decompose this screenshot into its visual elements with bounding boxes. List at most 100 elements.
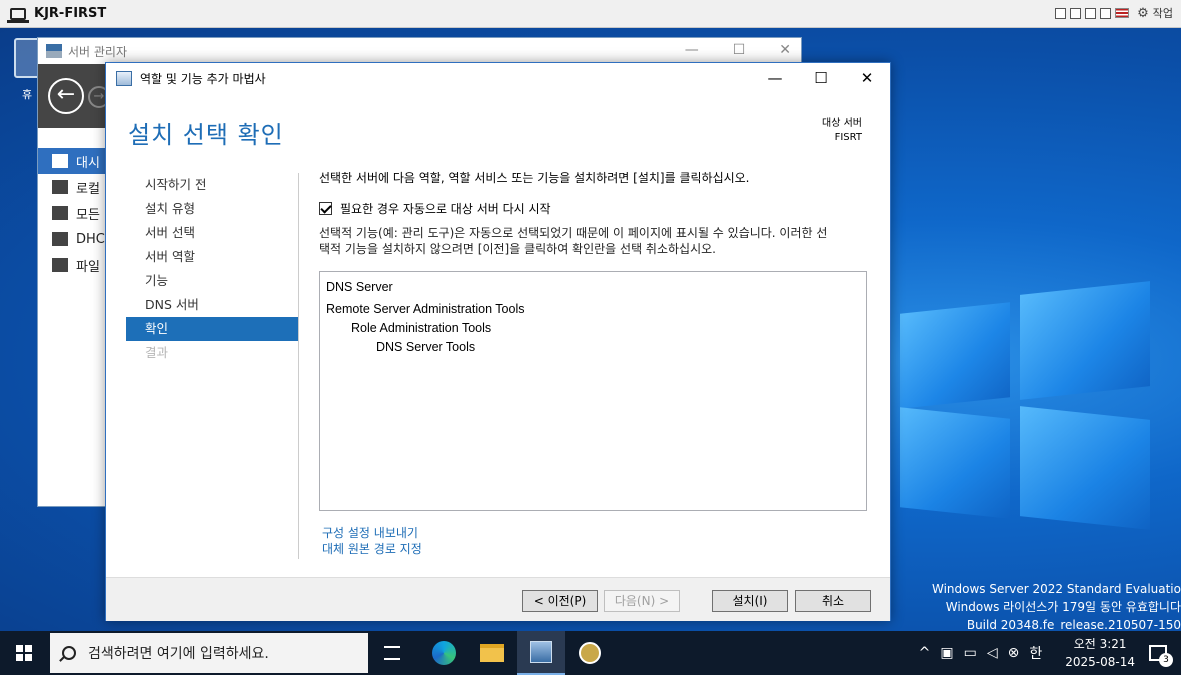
step-dns-server[interactable]: DNS 서버 bbox=[126, 293, 298, 317]
server-manager-title: 서버 관리자 bbox=[68, 44, 128, 59]
windows-start-icon bbox=[16, 645, 32, 661]
wizard-title: 역할 및 기능 추가 마법사 bbox=[140, 71, 266, 86]
step-features[interactable]: 기능 bbox=[126, 269, 298, 293]
restart-checkbox[interactable] bbox=[319, 202, 332, 215]
server-manager-taskbar-button[interactable] bbox=[517, 631, 565, 675]
list-item: Role Administration Tools bbox=[351, 321, 492, 335]
sidebar-item-file[interactable]: 파일 bbox=[38, 252, 108, 278]
vm-view-icon[interactable] bbox=[1100, 7, 1112, 19]
security-alert-icon[interactable]: ▣ bbox=[940, 645, 953, 661]
watermark-edition: Windows Server 2022 Standard Evaluatio bbox=[931, 582, 1181, 596]
sidebar-item-all-servers[interactable]: 모든 bbox=[38, 200, 108, 226]
next-button: 다음(N) > bbox=[604, 590, 680, 612]
file-explorer-icon bbox=[480, 644, 504, 662]
wizard-window-controls: — ☐ ✕ bbox=[752, 63, 890, 93]
recycle-bin-label: 휴 bbox=[22, 88, 33, 101]
vm-title: KJR-FIRST bbox=[34, 6, 107, 21]
network-icon[interactable]: ▭ bbox=[964, 645, 977, 661]
optional-features-note: 선택적 기능(예: 관리 도구)은 자동으로 선택되었기 때문에 이 페이지에 … bbox=[319, 225, 869, 257]
desktop-watermark: Windows Server 2022 Standard Evaluatio W… bbox=[932, 580, 1181, 631]
cancel-button[interactable]: 취소 bbox=[795, 590, 871, 612]
vm-view-icon[interactable] bbox=[1070, 7, 1082, 19]
alternate-source-link[interactable]: 대체 원본 경로 지정 bbox=[322, 541, 422, 557]
vm-view-icon[interactable] bbox=[1085, 7, 1097, 19]
search-icon bbox=[62, 646, 76, 660]
ime-indicator[interactable]: 한 bbox=[1029, 643, 1042, 663]
target-server-name: FISRT bbox=[834, 132, 862, 143]
server-manager-icon bbox=[530, 641, 552, 663]
export-settings-link[interactable]: 구성 설정 내보내기 bbox=[322, 525, 422, 541]
step-installation-type[interactable]: 설치 유형 bbox=[126, 197, 298, 221]
keyboard-flag-icon[interactable] bbox=[1115, 8, 1130, 18]
search-input[interactable]: 검색하려면 여기에 입력하세요. bbox=[88, 643, 269, 663]
close-icon[interactable]: ✕ bbox=[844, 63, 890, 93]
task-view-button[interactable] bbox=[368, 631, 416, 675]
vm-action-label[interactable]: 작업 bbox=[1153, 5, 1173, 21]
target-server: 대상 서버 FISRT bbox=[822, 117, 862, 145]
sidebar-item-label: 파일 bbox=[76, 259, 100, 275]
server-manager-sidebar: 대시 로컬 모든 DHC 파일 bbox=[38, 148, 108, 278]
intro-text: 선택한 서버에 다음 역할, 역할 서비스 또는 기능을 설치하려면 [설치]를… bbox=[319, 171, 750, 185]
edge-button[interactable] bbox=[420, 631, 468, 675]
step-confirmation[interactable]: 확인 bbox=[126, 317, 298, 341]
install-button[interactable]: 설치(I) bbox=[712, 590, 788, 612]
maximize-icon[interactable]: ☐ bbox=[798, 63, 844, 93]
note-line: 택적 기능을 설치하지 않으려면 [이전]을 클릭하여 확인란을 선택 취소하십… bbox=[319, 242, 716, 256]
start-button[interactable] bbox=[0, 631, 48, 675]
minimize-icon[interactable]: — bbox=[752, 63, 798, 93]
previous-button[interactable]: < 이전(P) bbox=[522, 590, 598, 612]
all-servers-icon bbox=[52, 206, 68, 220]
dhcp-icon bbox=[52, 232, 68, 246]
file-services-icon bbox=[52, 258, 68, 272]
notification-icon[interactable]: 3 bbox=[1149, 645, 1173, 667]
volume-muted-icon[interactable]: ◁ bbox=[987, 645, 998, 661]
sidebar-item-local[interactable]: 로컬 bbox=[38, 174, 108, 200]
wizard-steps-nav: 시작하기 전 설치 유형 서버 선택 서버 역할 기능 DNS 서버 확인 결과 bbox=[126, 173, 298, 365]
step-server-selection[interactable]: 서버 선택 bbox=[126, 221, 298, 245]
taskbar-search[interactable]: 검색하려면 여기에 입력하세요. bbox=[50, 633, 368, 673]
sidebar-item-dhcp[interactable]: DHC bbox=[38, 226, 108, 252]
gear-icon[interactable]: ⚙ bbox=[1137, 6, 1149, 21]
server-manager-icon bbox=[116, 70, 132, 86]
chevron-up-icon[interactable]: ^ bbox=[919, 645, 931, 661]
windows-logo-wallpaper bbox=[880, 268, 1181, 568]
watermark-license: Windows 라이선스가 179일 동안 유효합니다 bbox=[945, 600, 1181, 614]
back-arrow-icon[interactable]: ← bbox=[48, 78, 84, 114]
restart-checkbox-label[interactable]: 필요한 경우 자동으로 대상 서버 다시 시작 bbox=[340, 200, 551, 217]
vm-toolbar: ⚙ 작업 bbox=[1055, 5, 1175, 21]
wizard-content: 선택한 서버에 다음 역할, 역할 서비스 또는 기능을 설치하려면 [설치]를… bbox=[319, 169, 869, 556]
selection-list[interactable]: DNS Server Remote Server Administration … bbox=[319, 271, 867, 511]
step-server-roles[interactable]: 서버 역할 bbox=[126, 245, 298, 269]
sidebar-item-label: 모든 bbox=[76, 207, 100, 223]
edge-browser-icon bbox=[432, 641, 456, 665]
maximize-icon[interactable]: ☐ bbox=[733, 42, 746, 58]
vm-view-icon[interactable] bbox=[1055, 7, 1067, 19]
sidebar-item-label: 대시 bbox=[76, 155, 100, 171]
clock[interactable]: 오전 3:21 2025-08-14 bbox=[1065, 635, 1135, 671]
clock-time: 오전 3:21 bbox=[1073, 637, 1127, 651]
server-manager-window-controls: — ☐ ✕ bbox=[685, 42, 791, 58]
target-server-label: 대상 서버 bbox=[822, 118, 862, 129]
dashboard-icon bbox=[52, 154, 68, 168]
wizard-footer: < 이전(P) 다음(N) > 설치(I) 취소 bbox=[106, 577, 890, 621]
list-item: DNS Server Tools bbox=[376, 340, 476, 354]
file-explorer-button[interactable] bbox=[468, 631, 516, 675]
sidebar-item-dashboard[interactable]: 대시 bbox=[38, 148, 108, 174]
step-results: 결과 bbox=[145, 345, 169, 360]
computer-icon bbox=[7, 7, 29, 23]
list-item: Remote Server Administration Tools bbox=[326, 302, 525, 316]
close-icon[interactable]: ✕ bbox=[779, 42, 791, 58]
error-icon[interactable]: ⊗ bbox=[1008, 645, 1020, 661]
watermark-build: Build 20348.fe_release.210507-150 bbox=[966, 618, 1181, 631]
local-server-icon bbox=[52, 180, 68, 194]
network-app-button[interactable] bbox=[566, 631, 614, 675]
add-roles-wizard: 역할 및 기능 추가 마법사 — ☐ ✕ 설치 선택 확인 대상 서버 FISR… bbox=[105, 62, 891, 621]
restart-option[interactable]: 필요한 경우 자동으로 대상 서버 다시 시작 bbox=[319, 200, 869, 217]
minimize-icon[interactable]: — bbox=[685, 42, 699, 58]
step-before-you-begin[interactable]: 시작하기 전 bbox=[126, 173, 298, 197]
list-item: DNS Server bbox=[326, 280, 393, 294]
vm-title-bar: KJR-FIRST ⚙ 작업 bbox=[0, 0, 1181, 28]
network-app-icon bbox=[579, 642, 601, 664]
page-title: 설치 선택 확인 bbox=[128, 121, 284, 149]
clock-date: 2025-08-14 bbox=[1065, 655, 1135, 669]
